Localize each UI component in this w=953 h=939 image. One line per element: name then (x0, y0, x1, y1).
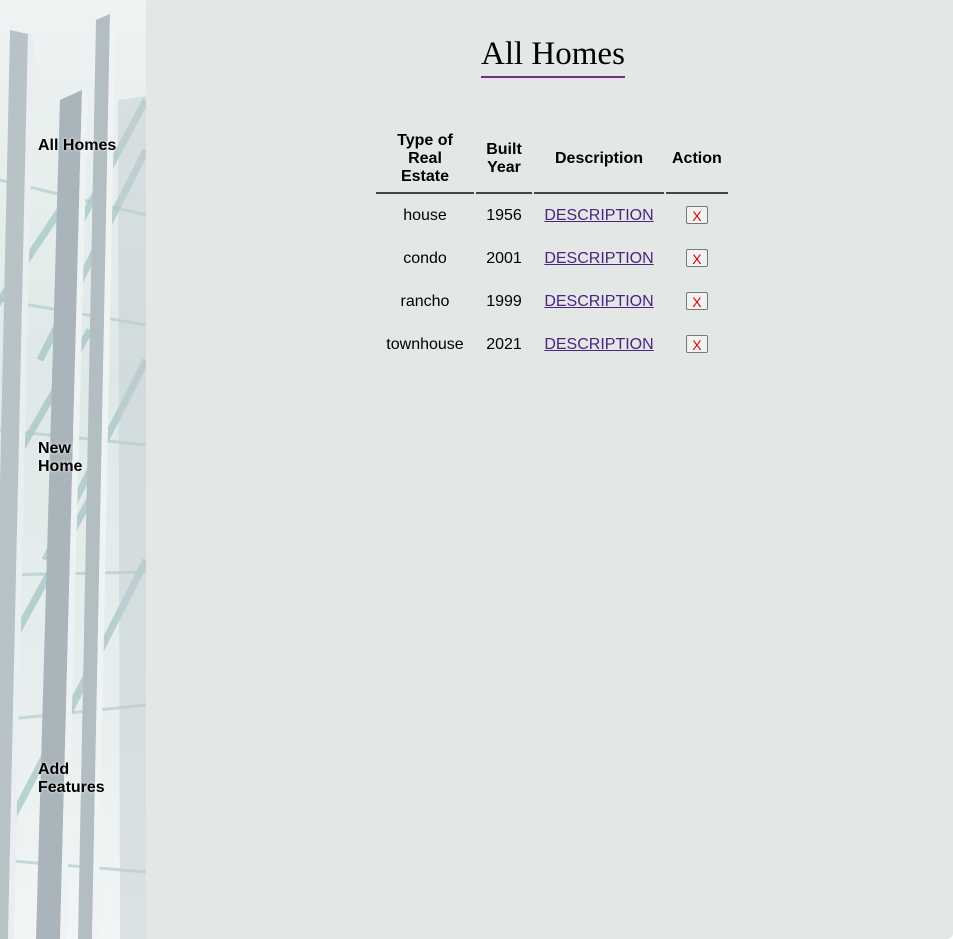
page-title: All Homes (481, 34, 625, 78)
cell-action: X (666, 194, 728, 237)
table-row: townhouse 2021 DESCRIPTION X (376, 323, 728, 366)
cell-type: house (403, 206, 447, 224)
cell-description: DESCRIPTION (534, 194, 664, 237)
cell-built-year: 1956 (486, 206, 522, 224)
cell-description: DESCRIPTION (534, 280, 664, 323)
column-header-description: Description (534, 128, 664, 194)
description-link[interactable]: DESCRIPTION (544, 250, 653, 267)
column-header-type: Type of Real Estate (376, 128, 474, 194)
cell-action: X (666, 280, 728, 323)
cell-action: X (666, 237, 728, 280)
description-link[interactable]: DESCRIPTION (544, 207, 653, 224)
nav-add-features[interactable]: Add Features (38, 761, 108, 797)
nav-new-home[interactable]: New Home (38, 440, 98, 476)
table-header-row: Type of Real Estate Built Year Descripti… (376, 128, 728, 194)
cell-type: condo (403, 249, 447, 267)
sidebar: All Homes New Home Add Features (0, 0, 146, 939)
cell-built-year: 2021 (486, 335, 522, 353)
description-link[interactable]: DESCRIPTION (544, 293, 653, 310)
description-link[interactable]: DESCRIPTION (544, 336, 653, 353)
delete-button[interactable]: X (685, 205, 708, 224)
cell-built-year: 1999 (486, 292, 522, 310)
homes-table: Type of Real Estate Built Year Descripti… (374, 128, 730, 366)
nav-all-homes[interactable]: All Homes (38, 137, 116, 155)
delete-button[interactable]: X (685, 334, 708, 353)
cell-built-year: 2001 (486, 249, 522, 267)
delete-button[interactable]: X (685, 248, 708, 267)
table-row: condo 2001 DESCRIPTION X (376, 237, 728, 280)
cell-description: DESCRIPTION (534, 323, 664, 366)
delete-button[interactable]: X (685, 291, 708, 310)
table-row: house 1956 DESCRIPTION X (376, 194, 728, 237)
cell-type: rancho (400, 292, 450, 310)
cell-action: X (666, 323, 728, 366)
cell-description: DESCRIPTION (534, 237, 664, 280)
table-row: rancho 1999 DESCRIPTION X (376, 280, 728, 323)
column-header-built-year: Built Year (476, 128, 532, 194)
main-content: All Homes Type of Real Estate Built Year… (146, 0, 953, 939)
column-header-action: Action (666, 128, 728, 194)
cell-type: townhouse (386, 335, 464, 353)
